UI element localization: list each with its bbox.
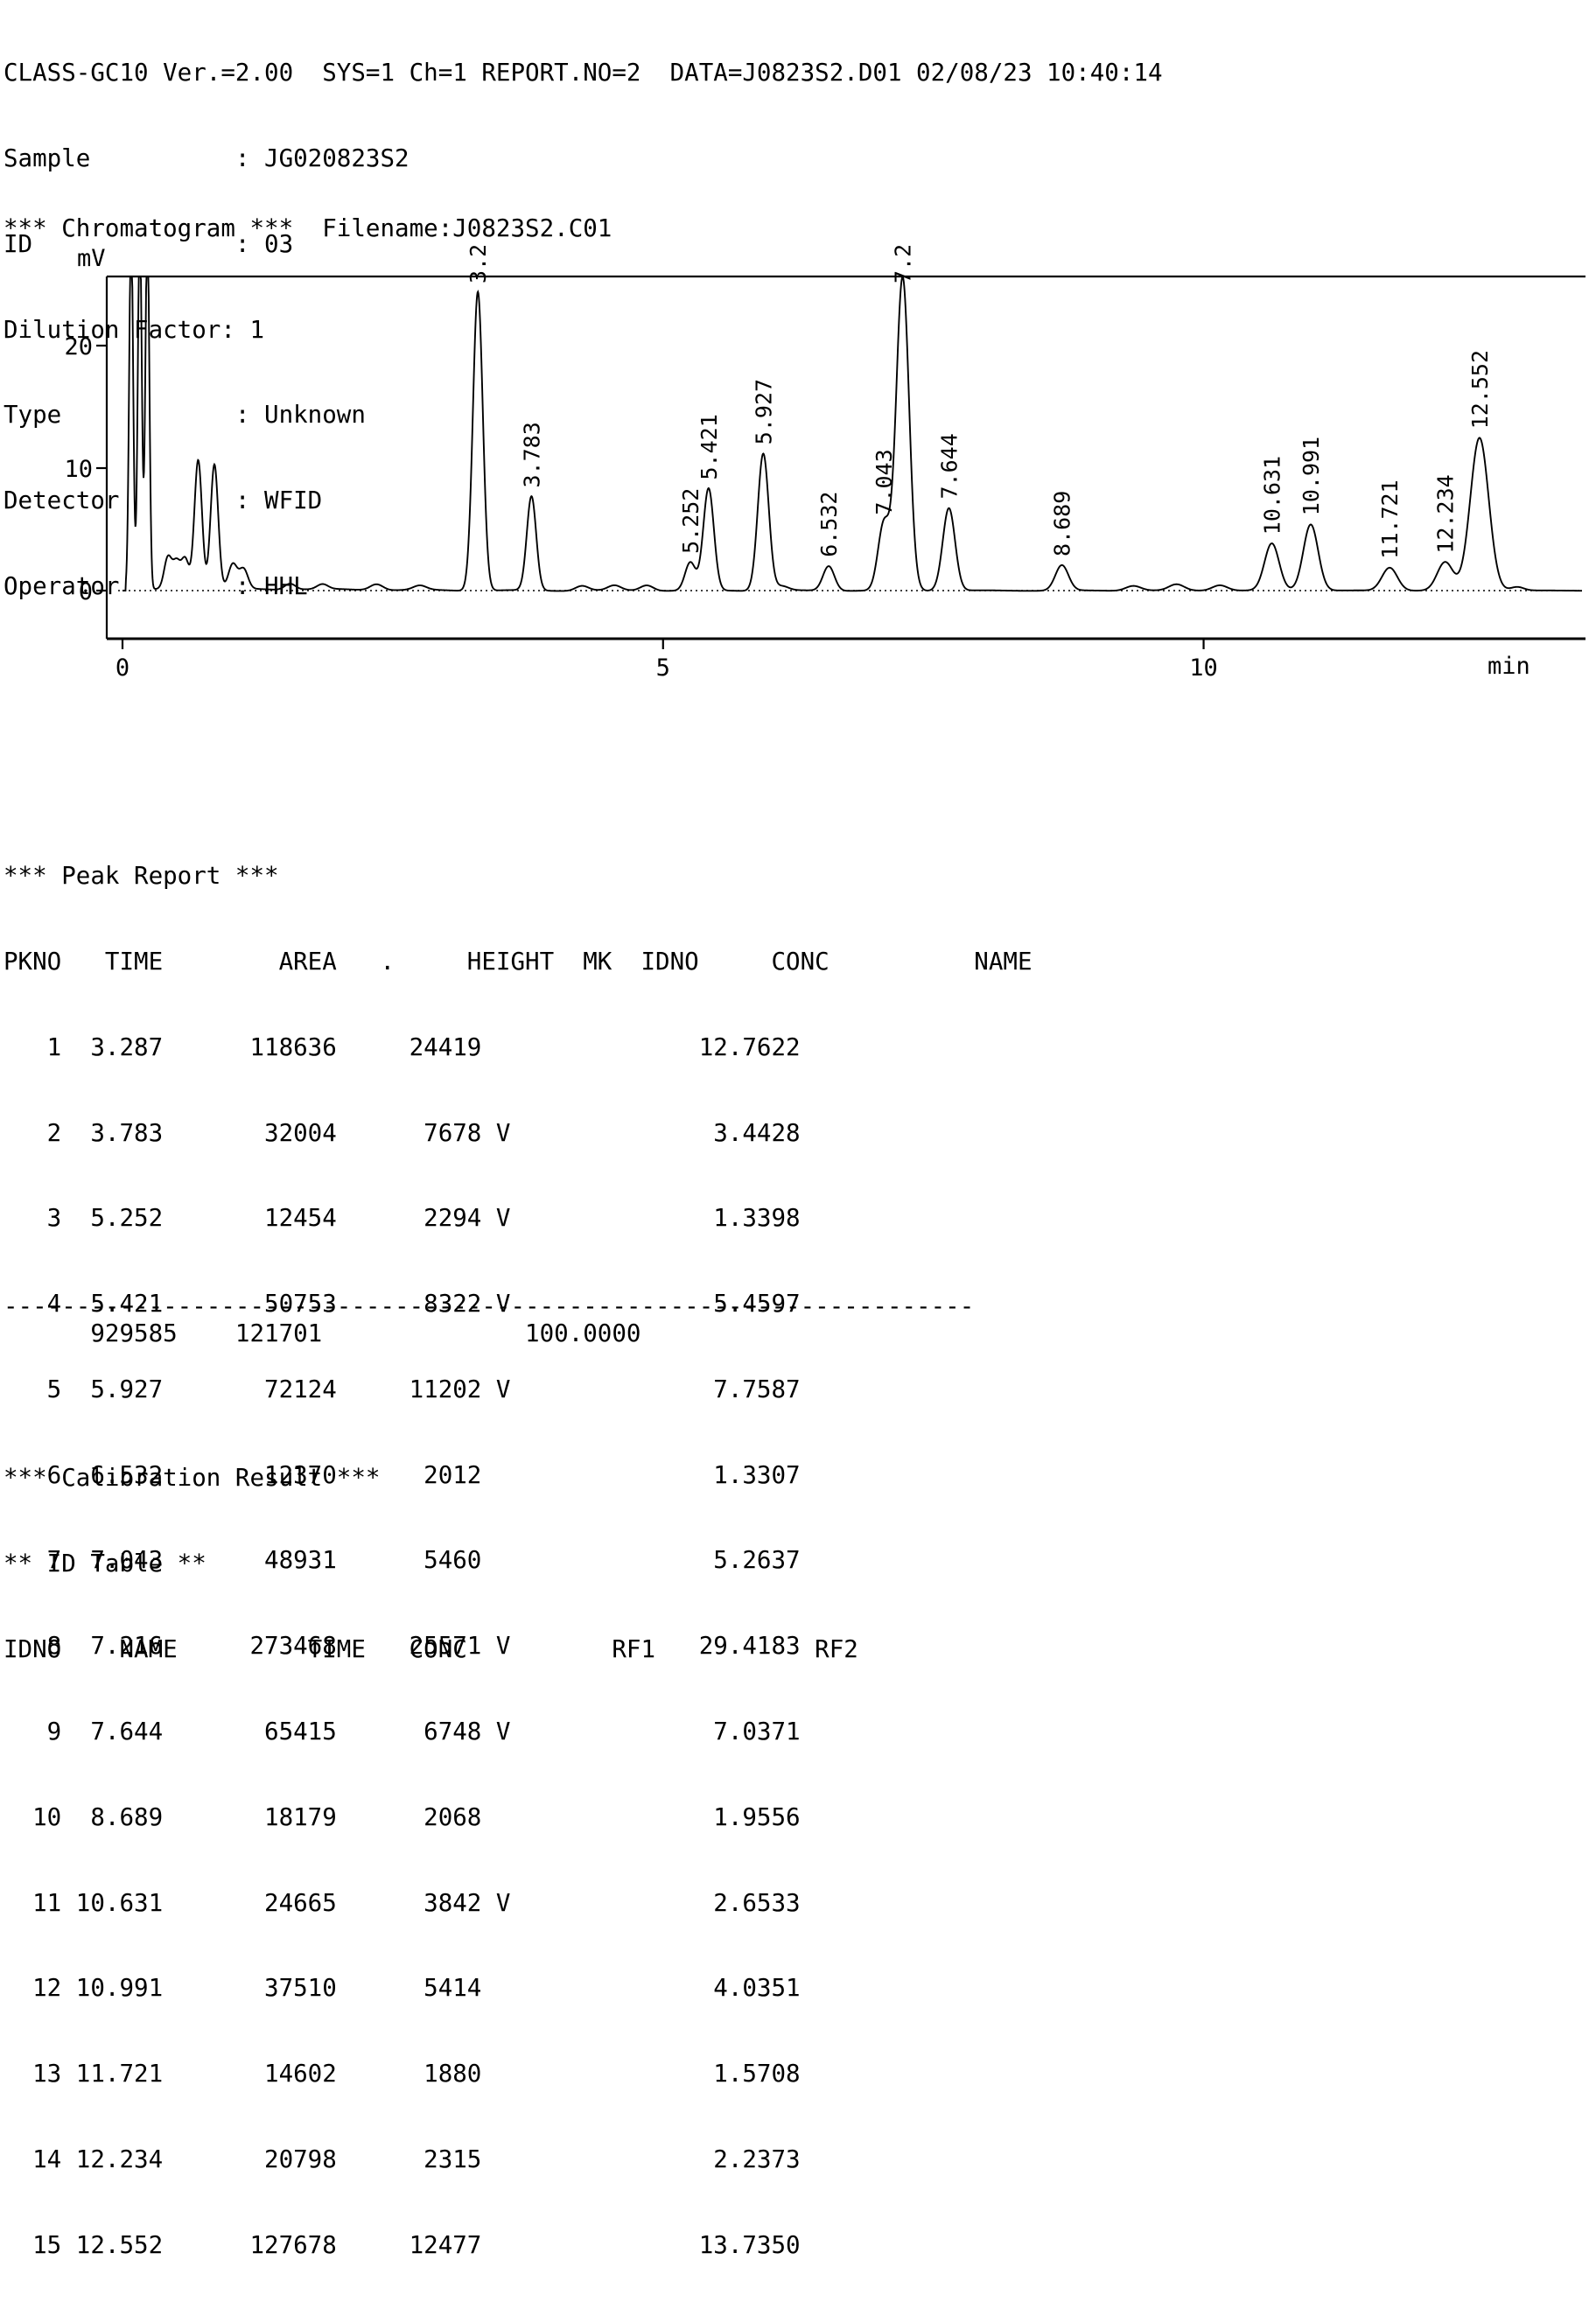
peak-time-label: 5.927 bbox=[751, 379, 776, 444]
peak-time-label: 7.644 bbox=[937, 433, 962, 499]
chromatogram-chart: mV 0 10 20 0 5 10 3.287 3.783 5.252 5.421 5.927 6… bbox=[0, 243, 1596, 681]
peak-time-label: 10.631 bbox=[1260, 456, 1285, 535]
peak-time-label: 5.421 bbox=[696, 414, 722, 479]
peak-report-totals: ----------------------------------------… bbox=[4, 1293, 974, 1348]
table-row: 2 3.783 32004 7678 V 3.4428 bbox=[4, 1118, 801, 1147]
calibration-result-title: *** Calibration Result *** bbox=[4, 1464, 381, 1493]
chromatogram-section-title: *** Chromatogram *** Filename:J0823S2.C0… bbox=[4, 214, 612, 242]
sample-field-line: Sample : JG020823S2 bbox=[4, 143, 410, 172]
peak-time-label: 3.783 bbox=[519, 422, 544, 487]
x-axis-tick-label: 10 bbox=[1189, 654, 1218, 681]
table-row: 5 5.927 72124 11202 V 7.7587 bbox=[4, 1375, 801, 1403]
gc-report-page: CLASS-GC10 Ver.=2.00 SYS=1 Ch=1 REPORT.N… bbox=[0, 0, 1596, 2259]
table-row: 1 3.287 118636 24419 12.7622 bbox=[4, 1032, 801, 1061]
peak-time-label: 8.689 bbox=[1050, 491, 1075, 556]
table-row: 10 8.689 18179 2068 1.9556 bbox=[4, 1802, 801, 1831]
y-axis-tick-label: 0 bbox=[79, 578, 93, 605]
table-row: 9 7.644 65415 6748 V 7.0371 bbox=[4, 1718, 801, 1746]
peak-time-label: 5.252 bbox=[678, 488, 704, 554]
table-row: 15 12.552 127678 12477 13.7350 bbox=[4, 2230, 801, 2259]
peak-time-label: 7.043 bbox=[872, 449, 897, 514]
totals-row: 929585 121701 100.0000 bbox=[4, 1319, 641, 1347]
table-row: 3 5.252 12454 2294 V 1.3398 bbox=[4, 1204, 801, 1233]
x-axis-tick-label: 5 bbox=[656, 654, 670, 681]
x-axis-ticks: 0 5 10 bbox=[107, 637, 1586, 681]
table-row: 13 11.721 14602 1880 1.5708 bbox=[4, 2060, 801, 2089]
calibration-result-block: *** Calibration Result *** ** ID Table *… bbox=[4, 1407, 858, 1721]
y-axis-tick-label: 10 bbox=[64, 456, 93, 483]
peak-time-labels: 3.287 3.783 5.252 5.421 5.927 6.532 7.043 7.216… bbox=[466, 243, 1493, 559]
chromatogram-svg: mV 0 10 20 0 5 10 3.287 3.783 5.252 5.421 5.927 6… bbox=[64, 243, 1586, 681]
peak-report-header-row: PKNO TIME AREA . HEIGHT MK IDNO CONC NAM… bbox=[4, 947, 1032, 976]
table-separator: ----------------------------------------… bbox=[4, 1292, 975, 1320]
y-axis-unit-label: mV bbox=[77, 245, 106, 272]
plot-frame bbox=[105, 275, 1586, 640]
x-axis-tick-label: 0 bbox=[116, 654, 130, 681]
peak-time-label: 11.721 bbox=[1377, 479, 1403, 558]
table-row: 14 12.234 20798 2315 2.2373 bbox=[4, 2145, 801, 2173]
peak-time-label: 12.234 bbox=[1433, 474, 1459, 553]
table-row: 11 10.631 24665 3842 V 2.6533 bbox=[4, 1888, 801, 1917]
id-table-header-row: IDNO NAME TIME CONC RF1 RF2 bbox=[4, 1634, 858, 1663]
peak-time-label: 3.287 bbox=[466, 243, 491, 283]
peak-time-label: 6.532 bbox=[816, 492, 842, 557]
peak-time-label: 12.552 bbox=[1467, 350, 1493, 429]
instrument-title-line: CLASS-GC10 Ver.=2.00 SYS=1 Ch=1 REPORT.N… bbox=[4, 59, 1163, 87]
id-table-title: ** ID Table ** bbox=[4, 1549, 206, 1578]
peak-time-label: 7.216 bbox=[891, 243, 916, 283]
y-axis-ticks: 0 10 20 bbox=[64, 333, 107, 605]
peak-time-label: 10.991 bbox=[1298, 437, 1324, 515]
x-axis-unit-label: min bbox=[1488, 653, 1530, 680]
peak-report-title: *** Peak Report *** bbox=[4, 862, 279, 891]
chromatogram-trace bbox=[122, 275, 1582, 592]
table-row: 12 10.991 37510 5414 4.0351 bbox=[4, 1974, 801, 2003]
y-axis-tick-label: 20 bbox=[64, 333, 93, 360]
